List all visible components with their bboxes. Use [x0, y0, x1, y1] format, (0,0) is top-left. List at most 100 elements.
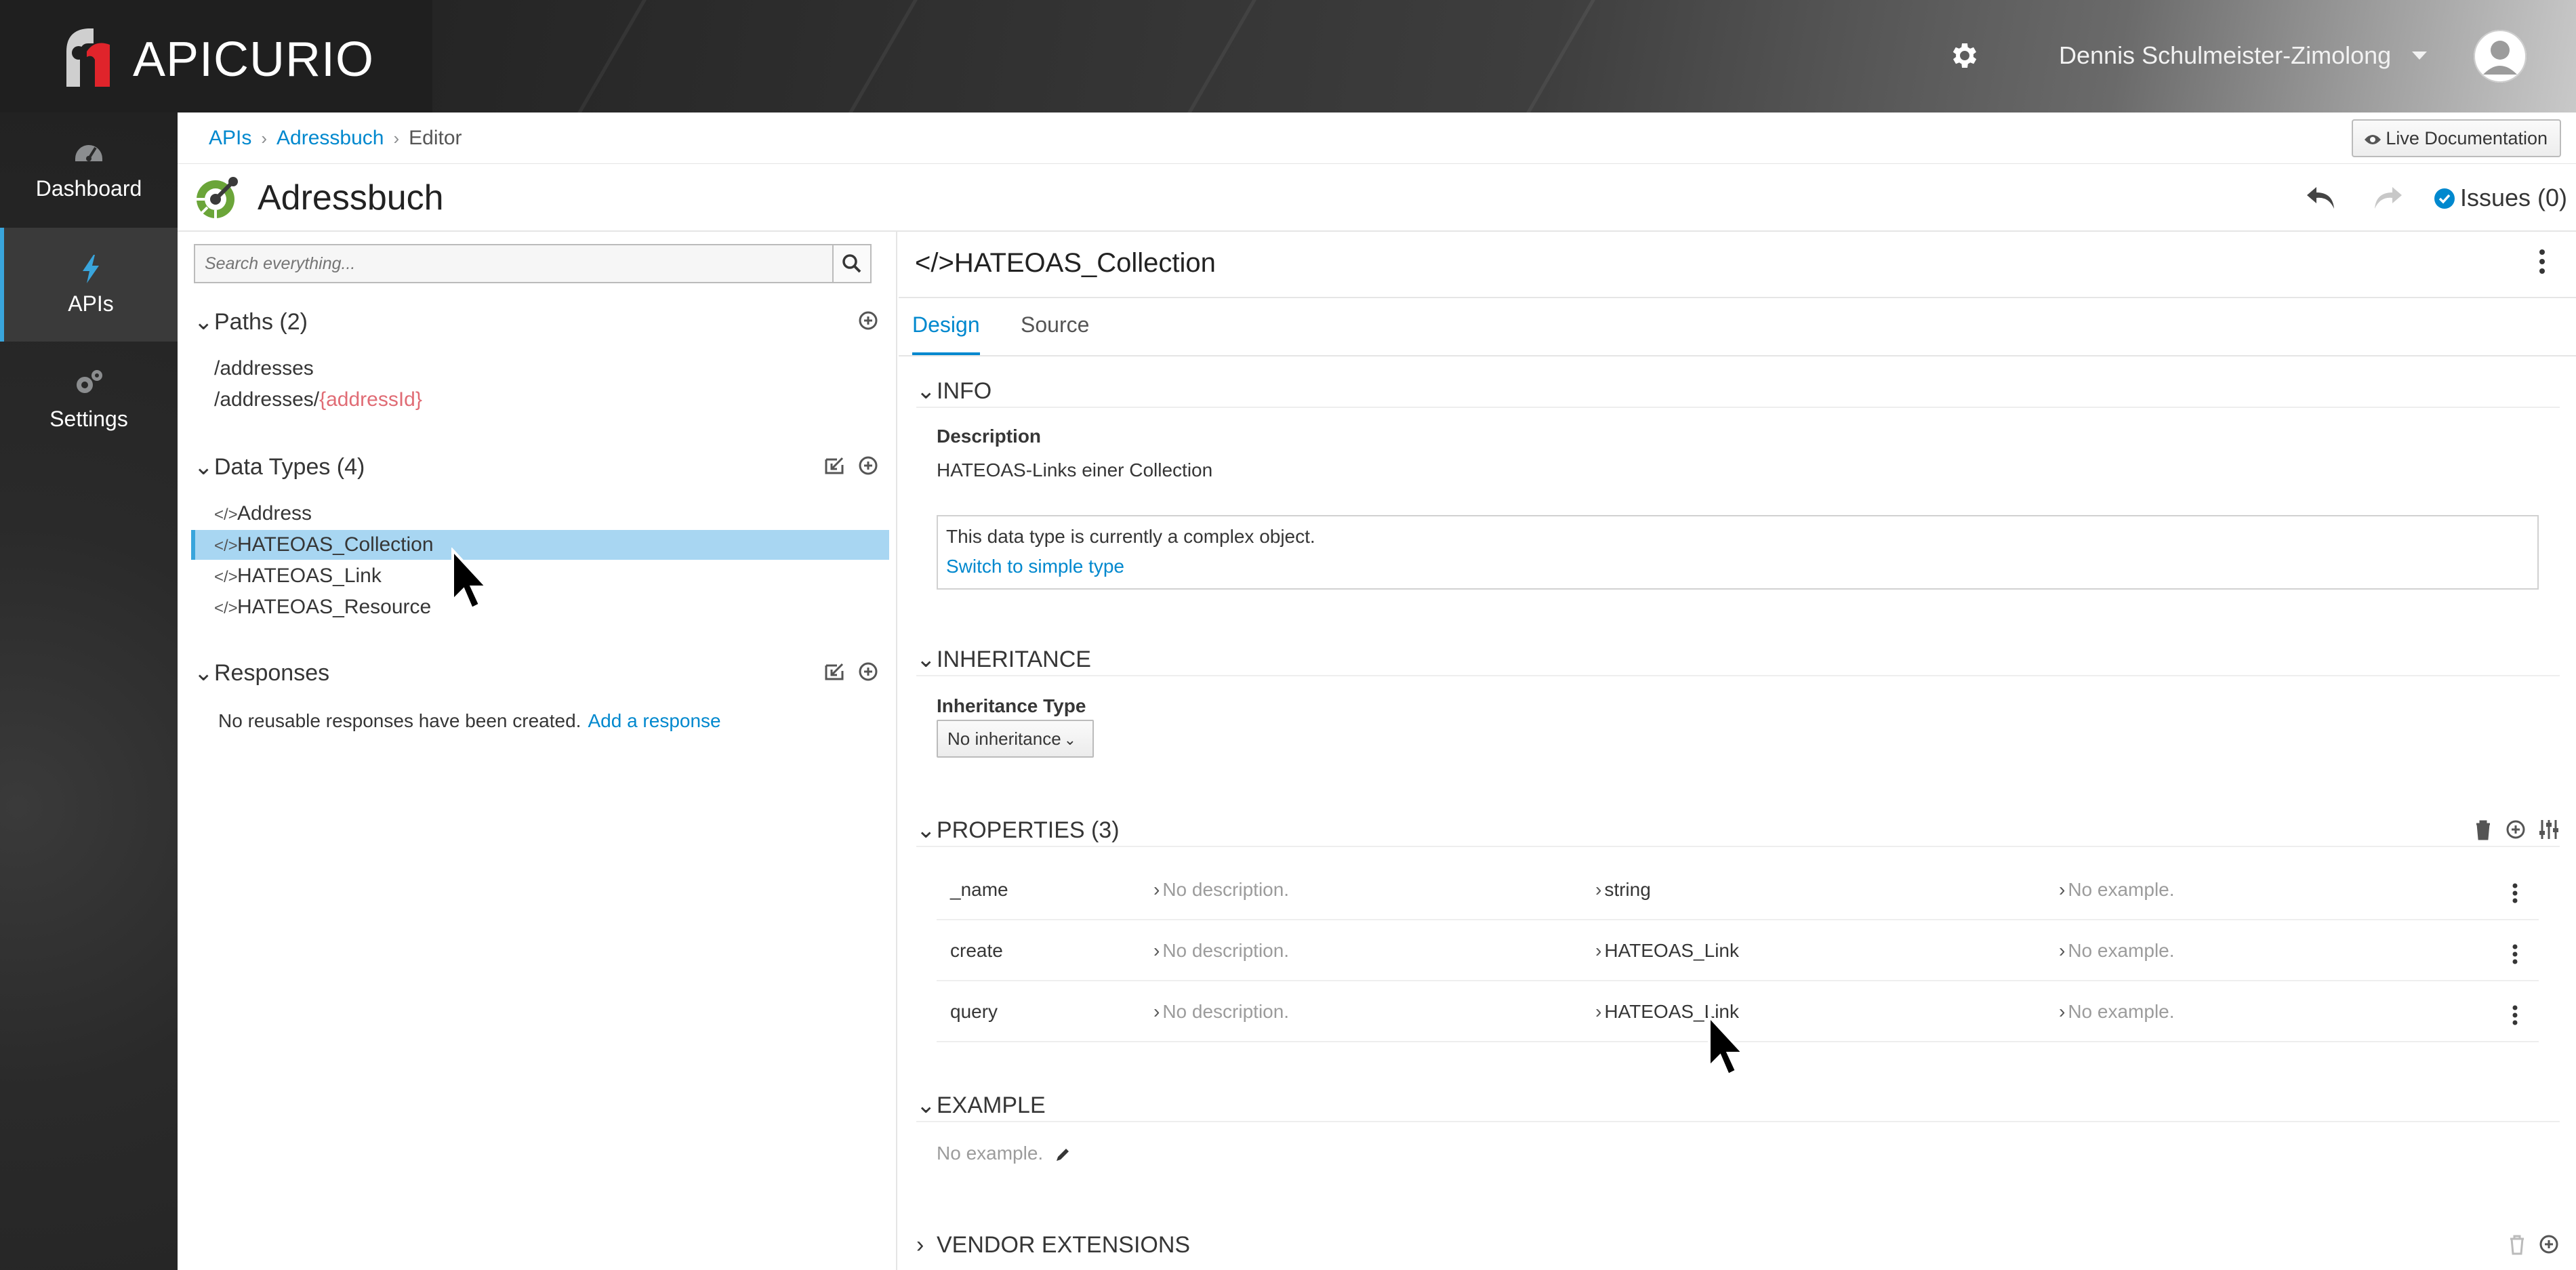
property-type[interactable]: › HATEOAS_Link — [1595, 920, 1739, 981]
kebab-menu-icon[interactable] — [2538, 248, 2546, 275]
property-example[interactable]: › No example. — [2059, 859, 2175, 920]
openapi-logo-icon — [197, 177, 238, 218]
example-section-header[interactable]: ⌄EXAMPLE — [916, 1088, 2560, 1122]
tab-source[interactable]: Source — [1021, 308, 1089, 355]
data-type-item[interactable]: </>HATEOAS_Link — [191, 561, 889, 591]
property-row[interactable]: create › No description. › HATEOAS_Link › N… — [937, 920, 2539, 981]
property-type[interactable]: › HATEOAS_Link — [1595, 981, 1739, 1042]
search-input[interactable] — [195, 245, 834, 282]
property-description[interactable]: › No description. — [1153, 859, 1289, 920]
property-description[interactable]: › No description. — [1153, 981, 1289, 1042]
trash-icon[interactable] — [2474, 819, 2493, 840]
undo-icon[interactable] — [2304, 183, 2338, 213]
inheritance-type-dropdown[interactable]: No inheritance ⌄ — [937, 720, 1094, 758]
add-path-icon[interactable] — [858, 310, 878, 331]
kebab-menu-icon[interactable] — [2512, 943, 2518, 965]
user-menu-name[interactable]: Dennis Schulmeister-Zimolong — [2059, 39, 2391, 72]
description-label: Description — [937, 426, 1042, 447]
add-property-icon[interactable] — [2505, 819, 2527, 840]
redo-icon[interactable] — [2371, 183, 2405, 213]
properties-section-header[interactable]: ⌄PROPERTIES (3) — [916, 813, 2560, 847]
property-type[interactable]: › string — [1595, 859, 1651, 920]
data-types-title: Data Types (4) — [214, 454, 365, 480]
api-title: Adressbuch — [258, 178, 444, 218]
data-type-item[interactable]: </>Address — [191, 499, 889, 529]
add-extension-icon[interactable] — [2538, 1233, 2560, 1255]
add-data-type-icon[interactable] — [858, 455, 878, 476]
search-box — [194, 244, 872, 283]
sliders-icon[interactable] — [2538, 819, 2560, 840]
property-example[interactable]: › No example. — [2059, 981, 2175, 1042]
path-item[interactable]: /addresses — [214, 354, 314, 384]
user-avatar[interactable] — [2474, 30, 2527, 83]
chevron-right-icon: › — [916, 1232, 924, 1258]
add-response-icon[interactable] — [858, 661, 878, 682]
apicurio-logo-icon — [66, 28, 110, 87]
settings-gear-icon[interactable] — [1947, 39, 1980, 72]
info-section-header[interactable]: ⌄INFO — [916, 374, 2560, 408]
data-type-item-selected[interactable]: </>HATEOAS_Collection — [191, 530, 889, 560]
brand-name[interactable]: APICURIO — [133, 33, 374, 87]
vendor-extensions-section-header[interactable]: › VENDOR EXTENSIONS — [916, 1228, 2560, 1262]
nav-apis[interactable]: APIs — [0, 228, 178, 342]
breadcrumb-api[interactable]: Adressbuch — [277, 127, 384, 149]
inheritance-section-header[interactable]: ⌄INHERITANCE — [916, 642, 2560, 676]
chevron-down-icon: ⌄ — [194, 309, 213, 335]
live-documentation-button[interactable]: Live Documentation — [2352, 119, 2561, 157]
property-description[interactable]: › No description. — [1153, 920, 1289, 981]
path-item[interactable]: /addresses/{addressId} — [214, 385, 422, 415]
description-value[interactable]: HATEOAS-Links einer Collection — [937, 457, 1212, 484]
editor-panel: </>HATEOAS_Collection Design Source ⌄INF… — [899, 232, 2576, 1270]
import-icon[interactable] — [823, 661, 845, 682]
chevron-right-icon: › — [2059, 879, 2066, 900]
responses-section-header[interactable]: ⌄Responses — [194, 656, 878, 690]
chevron-down-icon: ⌄ — [194, 660, 213, 686]
search-icon — [842, 254, 861, 273]
pencil-icon[interactable] — [1054, 1146, 1071, 1164]
breadcrumb-apis[interactable]: APIs — [209, 127, 251, 149]
kebab-menu-icon[interactable] — [2512, 1004, 2518, 1026]
chevron-down-icon: ⌄ — [916, 817, 936, 843]
paths-section-header[interactable]: ⌄Paths (2) — [194, 305, 878, 339]
chevron-right-icon: › — [1595, 879, 1602, 900]
issues-indicator[interactable]: Issues (0) — [2434, 182, 2567, 214]
api-title-bar: Adressbuch Issues (0) — [178, 164, 2576, 232]
property-name[interactable]: create — [950, 920, 1003, 981]
property-name[interactable]: query — [950, 981, 998, 1042]
editor-title: </>HATEOAS_Collection — [915, 248, 1216, 278]
data-types-section-header[interactable]: ⌄Data Types (4) — [194, 450, 878, 484]
navigator-panel: ⌄Paths (2) /addresses /addresses/{addres… — [178, 232, 897, 1270]
paths-title: Paths (2) — [214, 309, 308, 335]
nav-settings-label: Settings — [49, 407, 128, 431]
nav-apis-label: APIs — [68, 291, 114, 316]
responses-title: Responses — [214, 660, 330, 686]
chevron-down-icon: ⌄ — [194, 454, 213, 480]
property-example[interactable]: › No example. — [2059, 920, 2175, 981]
chevron-right-icon: › — [1595, 940, 1602, 961]
live-documentation-label: Live Documentation — [2386, 128, 2548, 148]
trash-icon[interactable] — [2508, 1233, 2527, 1255]
search-button[interactable] — [834, 245, 870, 282]
chevron-down-icon: ⌄ — [916, 1092, 936, 1118]
check-circle-icon — [2434, 188, 2455, 209]
path-parameter: {addressId} — [319, 388, 422, 411]
property-row[interactable]: query › No description. › HATEOAS_Link › No… — [937, 981, 2539, 1042]
example-value[interactable]: No example. — [937, 1140, 1071, 1167]
chevron-right-icon: › — [2059, 940, 2066, 961]
tab-design[interactable]: Design — [912, 308, 980, 355]
chevron-down-icon: ⌄ — [1063, 731, 1077, 748]
property-row[interactable]: _name › No description. › string › No examp… — [937, 859, 2539, 920]
switch-to-simple-type-link[interactable]: Switch to simple type — [946, 553, 1124, 580]
complex-type-notice: This data type is currently a complex ob… — [937, 515, 2539, 590]
import-icon[interactable] — [823, 455, 845, 476]
breadcrumb-separator-icon: › — [261, 128, 268, 148]
code-icon: </> — [214, 506, 238, 524]
property-name[interactable]: _name — [950, 859, 1008, 920]
data-type-item[interactable]: </>HATEOAS_Resource — [191, 592, 889, 622]
chevron-down-icon: ⌄ — [916, 378, 936, 404]
kebab-menu-icon[interactable] — [2512, 882, 2518, 904]
add-response-link[interactable]: Add a response — [588, 710, 720, 731]
chevron-down-icon[interactable] — [2409, 47, 2430, 64]
nav-dashboard[interactable]: Dashboard — [0, 112, 178, 226]
nav-settings[interactable]: Settings — [0, 343, 178, 457]
